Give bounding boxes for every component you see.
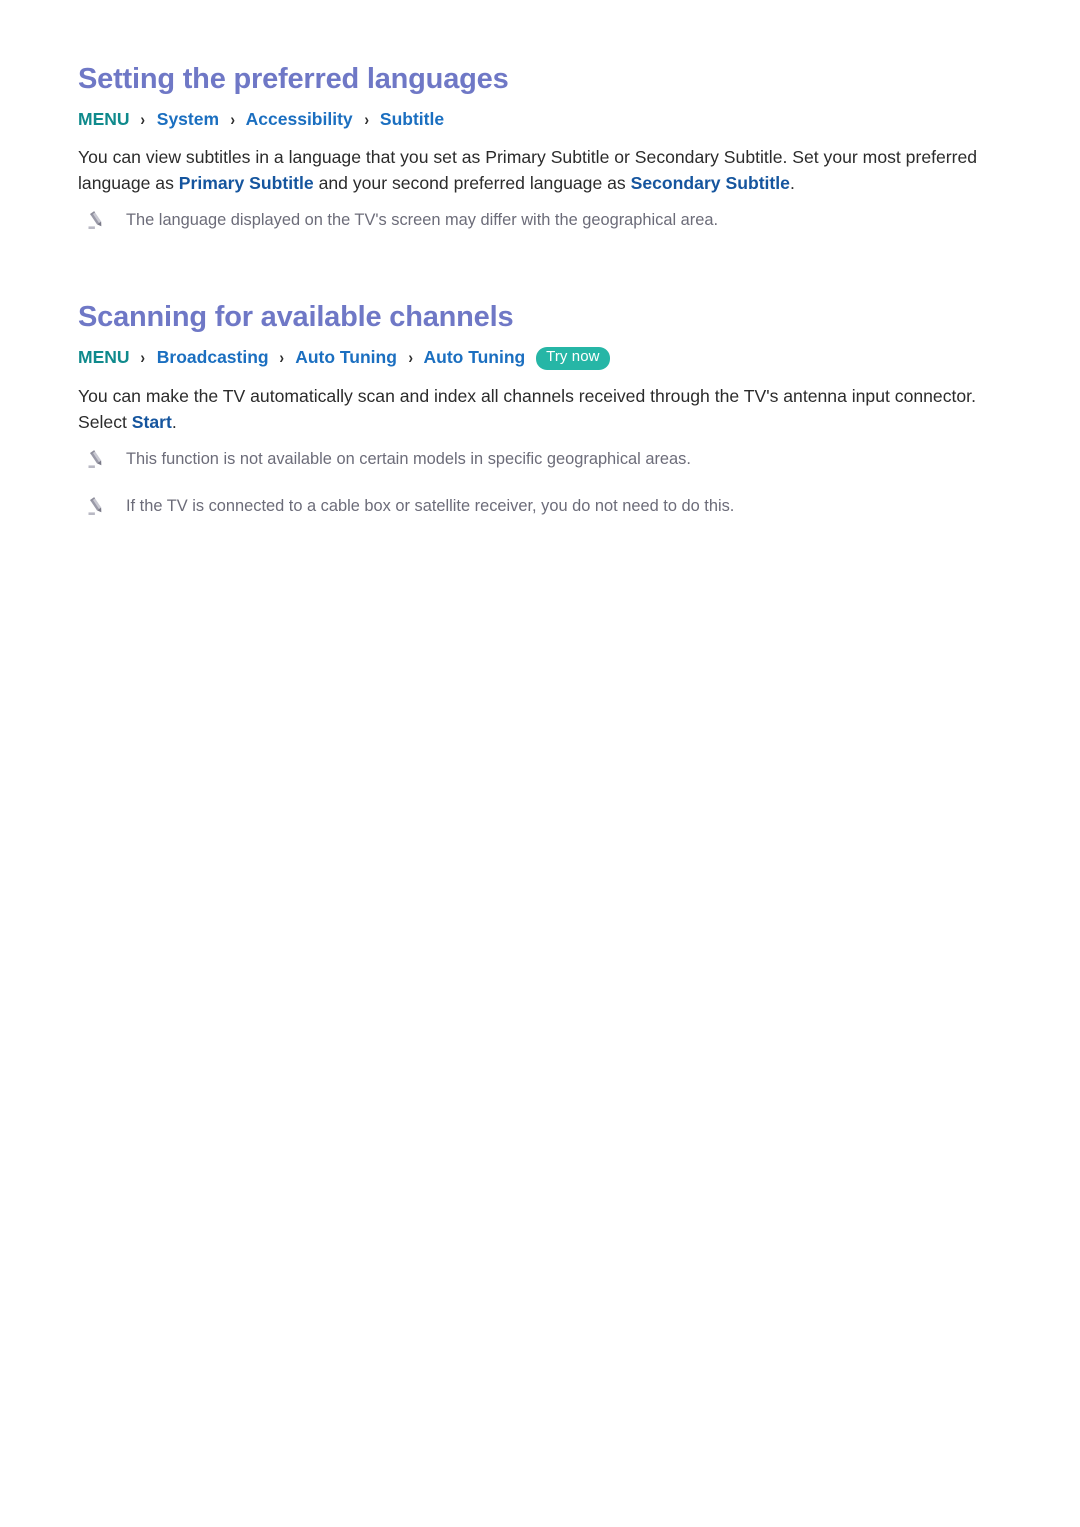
section-paragraph: You can make the TV automatically scan a…	[78, 383, 993, 435]
page-title: Scanning for available channels	[78, 301, 514, 334]
link-primary-subtitle[interactable]: Primary Subtitle	[179, 173, 314, 193]
breadcrumb-item-accessibility[interactable]: Accessibility	[246, 109, 353, 129]
page-title: Setting the preferred languages	[78, 63, 509, 95]
chevron-right-icon: ›	[230, 110, 236, 129]
note-list: The language displayed on the TV's scree…	[78, 208, 1002, 242]
try-now-badge[interactable]: Try now	[536, 347, 610, 370]
link-start[interactable]: Start	[132, 412, 172, 432]
paragraph-text: .	[171, 411, 177, 432]
chevron-right-icon: ›	[408, 349, 413, 368]
section-paragraph: You can view subtitles in a language tha…	[78, 144, 993, 196]
pencil-icon	[86, 209, 108, 231]
chevron-right-icon: ›	[363, 110, 369, 129]
breadcrumb: MENU › Broadcasting › Auto Tuning › Auto…	[78, 346, 1002, 370]
chevron-right-icon: ›	[279, 349, 285, 368]
note-list: This function is not available on certai…	[78, 447, 1002, 528]
breadcrumb-root-menu[interactable]: MENU	[78, 347, 130, 367]
breadcrumb-item-auto-tuning[interactable]: Auto Tuning	[295, 347, 397, 367]
note-text: The language displayed on the TV's scree…	[126, 211, 719, 230]
pencil-icon	[86, 448, 108, 470]
list-item: If the TV is connected to a cable box or…	[78, 494, 1002, 528]
list-item: This function is not available on certai…	[78, 447, 1002, 481]
section-scanning-for-available-channels: Scanning for available channels MENU › B…	[78, 242, 1002, 528]
paragraph-text: You can make the TV automatically scan a…	[78, 385, 976, 432]
section-setting-preferred-languages: Setting the preferred languages MENU › S…	[78, 0, 1002, 242]
breadcrumb-item-system[interactable]: System	[157, 109, 219, 129]
link-secondary-subtitle[interactable]: Secondary Subtitle	[631, 173, 790, 193]
paragraph-text: and your second preferred language as	[313, 173, 631, 194]
chevron-right-icon: ›	[140, 110, 146, 129]
chevron-right-icon: ›	[140, 349, 146, 368]
list-item: The language displayed on the TV's scree…	[78, 208, 1002, 242]
breadcrumb-item-auto-tuning-2[interactable]: Auto Tuning	[424, 347, 526, 367]
paragraph-text: .	[789, 173, 795, 194]
document-page: Setting the preferred languages MENU › S…	[0, 0, 1080, 1527]
breadcrumb: MENU › System › Accessibility › Subtitle	[78, 108, 1002, 132]
note-text: If the TV is connected to a cable box or…	[126, 496, 735, 515]
breadcrumb-root-menu[interactable]: MENU	[78, 109, 130, 129]
breadcrumb-item-broadcasting[interactable]: Broadcasting	[157, 347, 269, 367]
note-text: This function is not available on certai…	[126, 449, 691, 468]
breadcrumb-item-subtitle[interactable]: Subtitle	[380, 109, 444, 129]
pencil-icon	[86, 495, 108, 517]
